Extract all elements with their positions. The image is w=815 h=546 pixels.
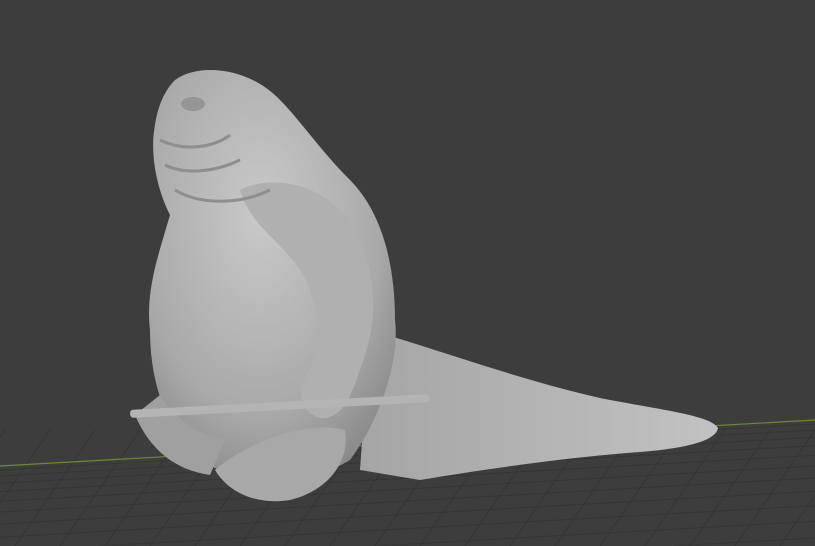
grid-line [14, 429, 96, 546]
grid-line [0, 429, 51, 504]
model-eye [181, 97, 205, 111]
3d-viewport[interactable] [0, 0, 815, 546]
viewport-canvas[interactable] [0, 0, 815, 546]
grid-line [689, 429, 771, 546]
sculpt-model[interactable] [130, 69, 718, 502]
model-tail [360, 330, 718, 480]
grid-line [0, 429, 6, 439]
